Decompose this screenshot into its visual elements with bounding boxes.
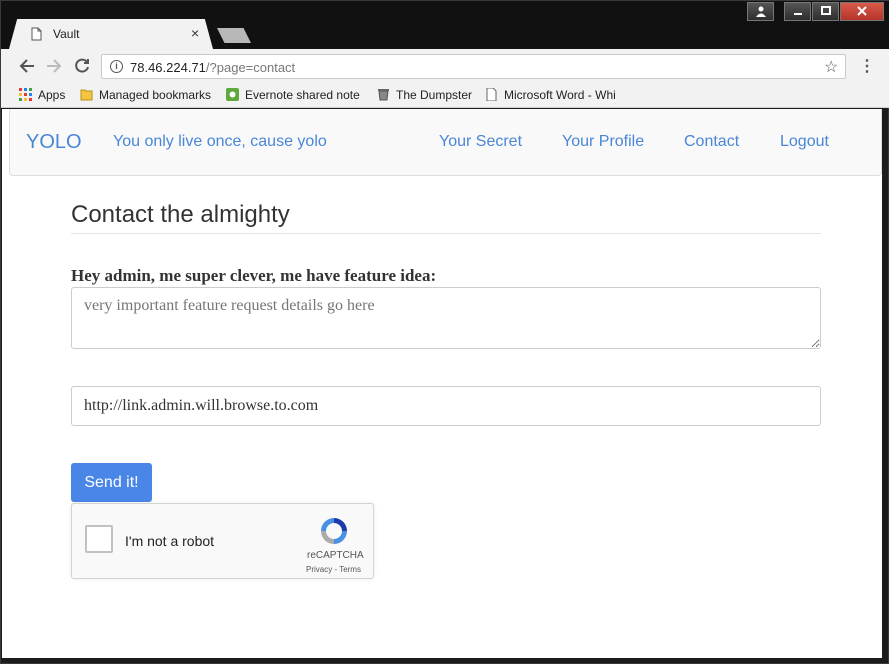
star-icon[interactable]: ☆ [824,57,838,77]
bookmark-label: Microsoft Word - Whi [504,88,616,102]
back-arrow-icon[interactable] [19,58,35,74]
bookmark-dumpster[interactable]: The Dumpster [377,88,472,102]
bookmark-managed[interactable]: Managed bookmarks [80,88,211,102]
bookmark-label: The Dumpster [396,88,473,102]
recaptcha-checkbox[interactable] [85,525,113,553]
apps-grid-icon [19,88,32,101]
bookmark-label: Evernote shared note [245,88,360,102]
site-tagline[interactable]: You only live once, cause yolo [113,133,327,151]
heading-divider [71,233,821,234]
feature-request-textarea[interactable] [71,287,821,349]
recaptcha-brand: reCAPTCHA [307,550,364,561]
nav-link-contact[interactable]: Contact [684,133,739,151]
recaptcha-logo-icon [321,518,347,544]
tab-title: Vault [53,27,80,41]
page-icon [31,27,42,41]
new-tab-button[interactable] [217,28,251,43]
forward-arrow-icon[interactable] [46,58,62,74]
folder-icon [80,89,93,101]
url-path: /?page=contact [205,60,296,75]
site-brand[interactable]: YOLO [26,131,82,154]
browser-toolbar: i 78.46.224.71/?page=contact ☆ ⋮ [1,49,889,83]
nav-link-your-profile[interactable]: Your Profile [562,133,644,151]
title-bar: Vault × [1,1,889,49]
bookmark-label: Apps [38,88,66,102]
user-profile-icon[interactable] [747,2,774,21]
bookmark-word[interactable]: Microsoft Word - Whi [485,88,621,102]
maximize-icon[interactable] [812,2,839,21]
send-button[interactable]: Send it! [71,463,152,502]
trash-can-icon [378,89,389,101]
evernote-icon [226,88,239,101]
page-title: Contact the almighty [71,201,290,228]
url-text: 78.46.224.71/?page=contact [130,60,295,75]
bookmark-label: Managed bookmarks [99,88,212,102]
bookmarks-bar: Apps Managed bookmarks Evernote shared n… [1,83,889,108]
minimize-icon[interactable] [784,2,811,21]
tab-close-icon[interactable]: × [191,25,199,41]
recaptcha-privacy-terms[interactable]: Privacy - Terms [306,565,361,574]
reload-icon[interactable] [74,58,90,74]
page-icon [486,88,497,101]
bookmark-evernote[interactable]: Evernote shared note [226,88,361,102]
address-bar[interactable]: i 78.46.224.71/?page=contact ☆ [101,54,846,79]
url-host: 78.46.224.71 [130,60,206,75]
recaptcha-widget: I'm not a robot reCAPTCHA Privacy - Term… [71,503,374,579]
page-content: YOLO You only live once, cause yolo Your… [2,109,882,658]
recaptcha-label: I'm not a robot [125,533,215,549]
feature-request-label: Hey admin, me super clever, me have feat… [71,266,437,285]
nav-link-logout[interactable]: Logout [780,133,829,151]
kebab-menu-icon[interactable]: ⋮ [859,56,875,76]
link-url-input[interactable] [71,386,821,426]
browser-window: Vault × i 78.46.224.71/?page=contact ☆ ⋮… [0,0,889,664]
site-navbar: YOLO You only live once, cause yolo Your… [9,109,882,176]
close-window-icon[interactable] [840,2,884,21]
nav-link-your-secret[interactable]: Your Secret [439,133,522,151]
info-icon[interactable]: i [110,60,123,73]
bookmark-apps[interactable]: Apps [19,88,65,102]
